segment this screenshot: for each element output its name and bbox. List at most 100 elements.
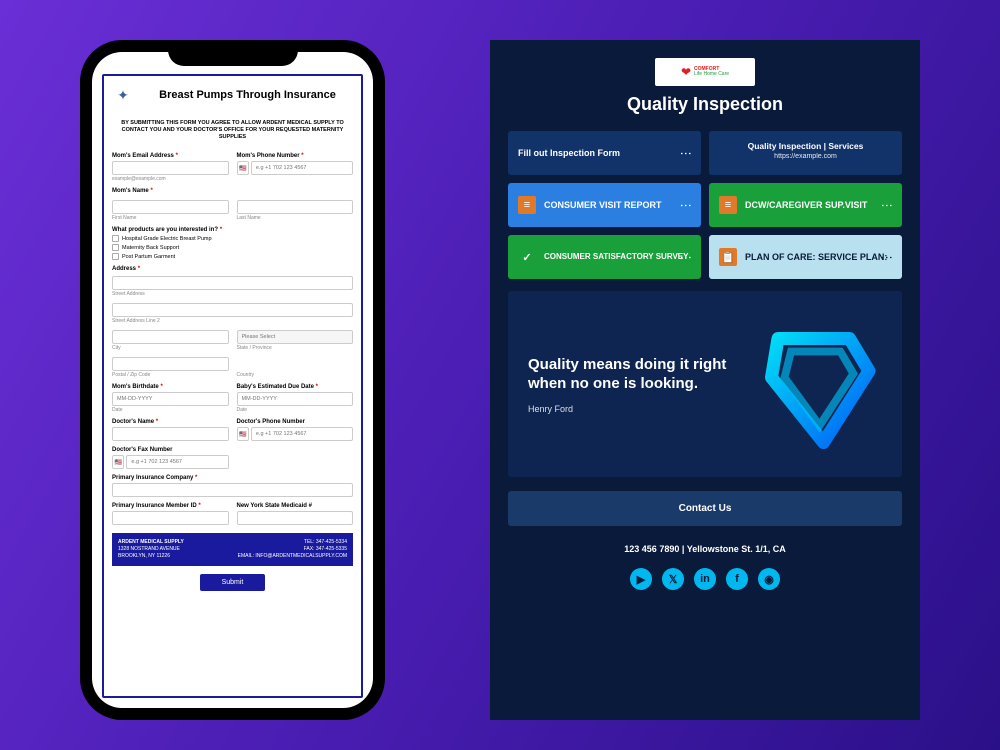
social-row: ▶ 𝕏 in f ◉ (508, 568, 902, 590)
primary-member-label: Primary Insurance Member ID * (112, 503, 229, 509)
footer-company: ARDENT MEDICAL SUPPLY (118, 539, 184, 546)
facebook-icon[interactable]: f (726, 568, 748, 590)
dots-icon[interactable]: ⋮ (679, 200, 693, 211)
tile-label-3: PLAN OF CARE: SERVICE PLAN: (745, 252, 887, 263)
medicaid-label: New York State Medicaid # (237, 503, 354, 509)
footer-email: EMAIL: INFO@ARDENTMEDICALSUPPLY.COM (238, 553, 347, 560)
products-label: What products are you interested in? * (112, 227, 353, 233)
logo-icon: ✦ (112, 84, 134, 106)
state-help: State / Province (237, 345, 354, 351)
linkedin-icon[interactable]: in (694, 568, 716, 590)
email-label: Mom's Email Address * (112, 153, 229, 159)
instagram-icon[interactable]: ◉ (758, 568, 780, 590)
checkbox-garment[interactable] (112, 253, 119, 260)
flag-icon[interactable]: 🇺🇸 (237, 427, 249, 441)
footer-tel: TEL: 347-425-5334 (238, 539, 347, 546)
phone-mockup: ✦ Breast Pumps Through Insurance BY SUBM… (80, 40, 385, 720)
doctor-phone-input[interactable] (251, 427, 353, 441)
city-input[interactable] (112, 330, 229, 344)
form-header: ✦ Breast Pumps Through Insurance (112, 84, 353, 106)
country-help: Country (237, 372, 354, 378)
doc-icon: ≡ (518, 196, 536, 214)
email-help: example@example.com (112, 176, 229, 182)
heart-icon: ❤ (681, 65, 691, 79)
zip-help: Postal / Zip Code (112, 372, 229, 378)
primary-member-input[interactable] (112, 511, 229, 525)
duedate-input[interactable] (237, 392, 354, 406)
tile-label-1: DCW/CAREGIVER SUP.VISIT (745, 200, 867, 211)
medicaid-input[interactable] (237, 511, 354, 525)
checkbox-pump[interactable] (112, 235, 119, 242)
tile-consumer-visit[interactable]: ≡ CONSUMER VISIT REPORT ⋮ (508, 183, 701, 227)
footer-addr1: 1328 NOSTRAND AVENUE (118, 546, 184, 553)
quote-author: Henry Ford (528, 404, 736, 414)
geometric-graphic (752, 319, 882, 449)
quote-card: Quality means doing it right when no one… (508, 291, 902, 477)
street-input[interactable] (112, 276, 353, 290)
last-name-input[interactable] (237, 200, 354, 214)
submit-button[interactable]: Submit (200, 574, 266, 591)
doctor-fax-input[interactable] (126, 455, 228, 469)
check-icon: ✓ (518, 248, 536, 266)
city-help: City (112, 345, 229, 351)
dots-icon[interactable]: ⋮ (880, 252, 894, 263)
services-title: Quality Inspection | Services (748, 141, 864, 151)
contact-info: 123 456 7890 | Yellowstone St. 1/1, CA (508, 544, 902, 554)
doc-icon: ≡ (719, 196, 737, 214)
email-input[interactable] (112, 161, 229, 175)
form-title: Breast Pumps Through Insurance (142, 89, 353, 101)
last-help: Last Name (237, 215, 354, 221)
fill-form-label: Fill out Inspection Form (518, 148, 620, 159)
dots-icon[interactable]: ⋮ (679, 148, 693, 159)
brand-logo: ❤ COMFORT Life Home Care (655, 58, 755, 86)
tile-dcw[interactable]: ≡ DCW/CAREGIVER SUP.VISIT ⋮ (709, 183, 902, 227)
quote-text: Quality means doing it right when no one… (528, 355, 736, 394)
flag-icon[interactable]: 🇺🇸 (237, 161, 249, 175)
phone-screen: ✦ Breast Pumps Through Insurance BY SUBM… (92, 52, 373, 708)
tile-plan[interactable]: 📋 PLAN OF CARE: SERVICE PLAN: ⋮ (709, 235, 902, 279)
quality-panel: ❤ COMFORT Life Home Care Quality Inspect… (490, 40, 920, 720)
clipboard-icon: 📋 (719, 248, 737, 266)
contact-button[interactable]: Contact Us (508, 491, 902, 526)
first-name-input[interactable] (112, 200, 229, 214)
state-select[interactable] (237, 330, 354, 344)
cb-label-1: Maternity Back Support (122, 245, 179, 251)
doctor-name-input[interactable] (112, 427, 229, 441)
services-card[interactable]: Quality Inspection | Services https://ex… (709, 131, 902, 175)
phone-input[interactable] (251, 161, 353, 175)
due-help: Date (237, 407, 354, 413)
zip-input[interactable] (112, 357, 229, 371)
street-help: Street Address (112, 291, 353, 297)
form-container: ✦ Breast Pumps Through Insurance BY SUBM… (102, 74, 363, 698)
birth-help: Date (112, 407, 229, 413)
primary-ins-input[interactable] (112, 483, 353, 497)
phone-label: Mom's Phone Number * (237, 153, 354, 159)
dots-icon[interactable]: ⋮ (679, 252, 693, 263)
street2-input[interactable] (112, 303, 353, 317)
first-help: First Name (112, 215, 229, 221)
tile-label-0: CONSUMER VISIT REPORT (544, 200, 662, 211)
tile-survey[interactable]: ✓ CONSUMER SATISFACTORY SURVEY ⋮ (508, 235, 701, 279)
logo: ✦ (112, 84, 134, 106)
footer-addr2: BROOKLYN, NY 11226 (118, 553, 184, 560)
doctor-phone-label: Doctor's Phone Number (237, 419, 354, 425)
tile-label-2: CONSUMER SATISFACTORY SURVEY (544, 252, 688, 262)
services-url: https://example.com (774, 153, 837, 160)
cb-label-0: Hospital Grade Electric Breast Pump (122, 236, 212, 242)
youtube-icon[interactable]: ▶ (630, 568, 652, 590)
birthdate-input[interactable] (112, 392, 229, 406)
flag-icon[interactable]: 🇺🇸 (112, 455, 124, 469)
panel-title: Quality Inspection (508, 94, 902, 115)
fill-form-card[interactable]: Fill out Inspection Form ⋮ (508, 131, 701, 175)
birthdate-label: Mom's Birthdate * (112, 384, 229, 390)
dots-icon[interactable]: ⋮ (880, 200, 894, 211)
checkbox-back[interactable] (112, 244, 119, 251)
twitter-icon[interactable]: 𝕏 (662, 568, 684, 590)
form-footer: ARDENT MEDICAL SUPPLY 1328 NOSTRAND AVEN… (112, 533, 353, 566)
address-label: Address * (112, 266, 353, 272)
street2-help: Street Address Line 2 (112, 318, 353, 324)
consent-text: BY SUBMITTING THIS FORM YOU AGREE TO ALL… (112, 114, 353, 147)
primary-ins-label: Primary Insurance Company * (112, 475, 353, 481)
footer-fax: FAX: 347-425-5335 (238, 546, 347, 553)
name-label: Mom's Name * (112, 188, 353, 194)
